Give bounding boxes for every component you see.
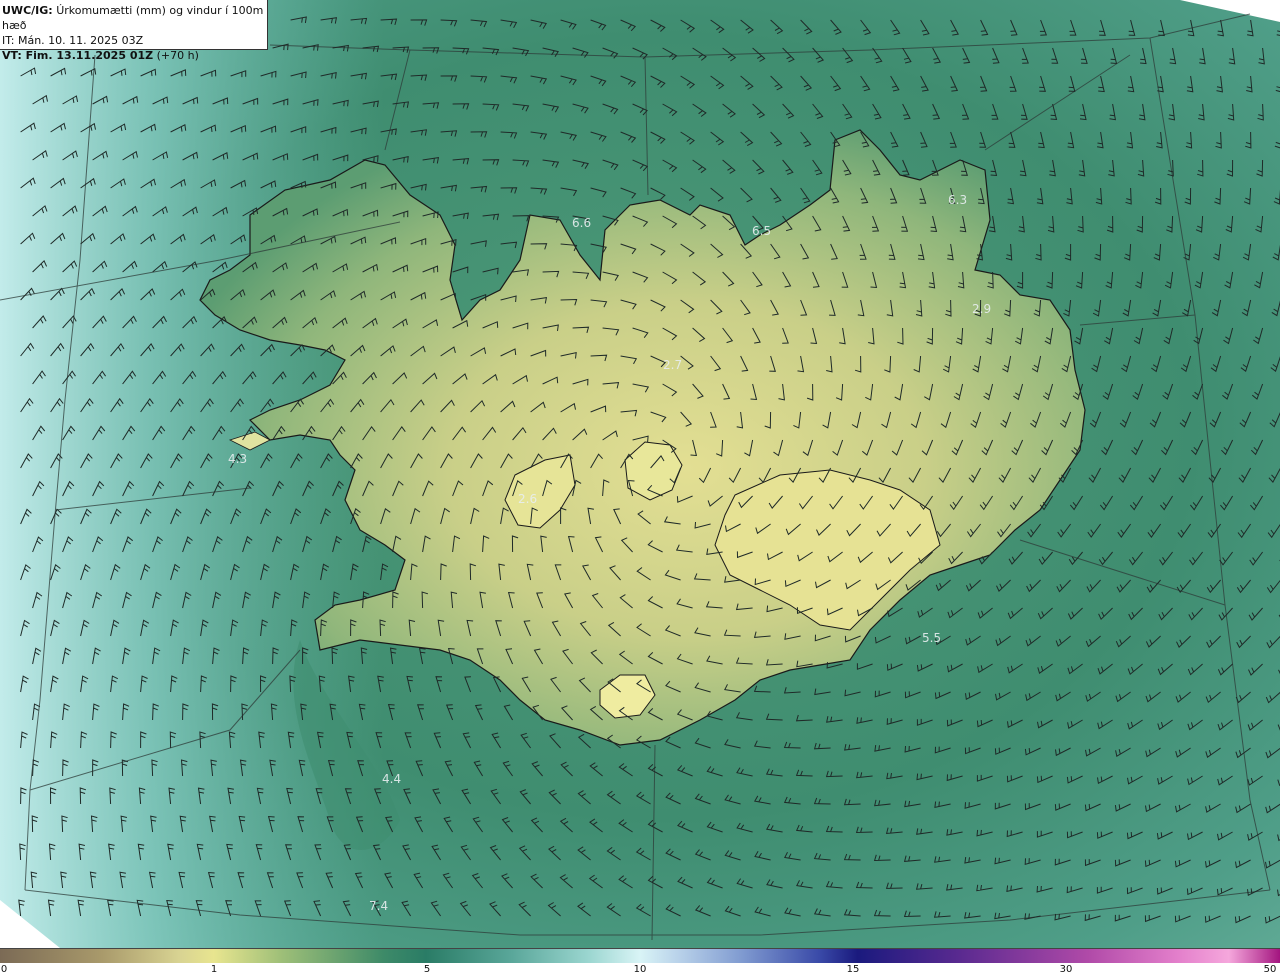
weather-map: 6.6 6.5 6.3 2.9 2.7 4.3 2.6 5.5 4.4 7.4 … xyxy=(0,0,1280,948)
lead-time: (+70 h) xyxy=(156,49,199,62)
map-value-label: 2.6 xyxy=(518,492,537,506)
map-value-label: 4.4 xyxy=(382,772,401,786)
map-title-box: UWC/IG: Úrkomumætti (mm) og vindur í 100… xyxy=(0,0,268,62)
map-value-label: 6.3 xyxy=(948,193,967,207)
colorbar-label: 30 xyxy=(1059,964,1073,975)
colorbar-label: 15 xyxy=(846,964,860,975)
map-value-label: 4.3 xyxy=(228,452,247,466)
product-line: UWC/IG: Úrkomumætti (mm) og vindur í 100… xyxy=(2,3,267,33)
colorbar-label: 50 xyxy=(1263,964,1277,975)
colorbar-label: 5 xyxy=(423,964,431,975)
map-value-label: 7.4 xyxy=(369,899,388,913)
map-value-label: 2.9 xyxy=(972,302,991,316)
valid-time-line: VT: Fim. 13.11.2025 01Z (+70 h) xyxy=(2,48,267,63)
valid-time: VT: Fim. 13.11.2025 01Z xyxy=(2,49,154,62)
init-time: IT: Mán. 10. 11. 2025 03Z xyxy=(2,34,144,47)
colorbar-label: 1 xyxy=(210,964,218,975)
colorbar-legend: 0 1 5 10 15 30 50 xyxy=(0,948,1280,978)
map-value-label: 2.7 xyxy=(663,358,682,372)
colorbar-strip xyxy=(0,948,1280,963)
map-value-label: 5.5 xyxy=(922,631,941,645)
colorbar-label: 0 xyxy=(0,964,8,975)
colorbar-label: 10 xyxy=(633,964,647,975)
map-value-label: 6.6 xyxy=(572,216,591,230)
map-canvas: 6.6 6.5 6.3 2.9 2.7 4.3 2.6 5.5 4.4 7.4 xyxy=(0,0,1280,948)
product-code: UWC/IG: xyxy=(2,4,53,17)
map-value-label: 6.5 xyxy=(752,224,771,238)
